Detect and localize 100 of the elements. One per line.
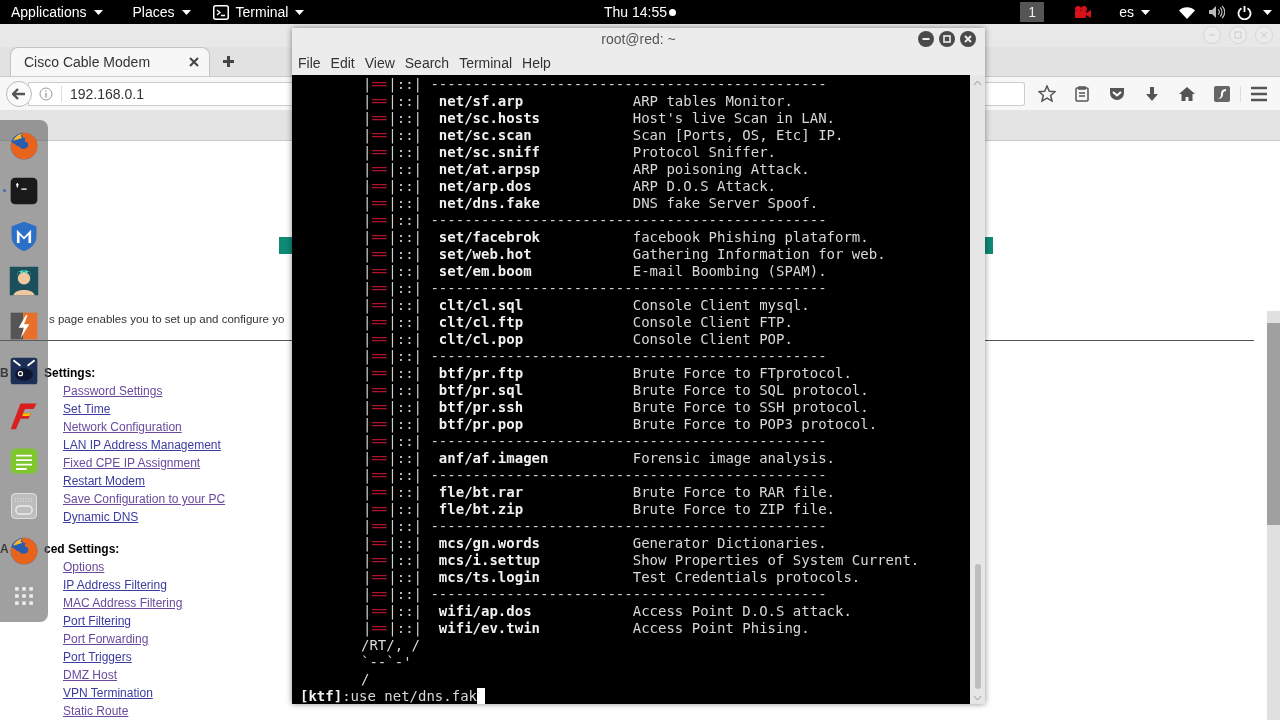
module-description: DNS fake Server Spoof. <box>632 195 819 212</box>
settings-link[interactable]: Port Triggers <box>63 648 132 666</box>
ascii-border-text: |::| <box>388 620 422 637</box>
ascii-border-text: | <box>363 229 372 246</box>
lightning-bolt-icon[interactable] <box>8 310 40 342</box>
settings-link[interactable]: Static Route <box>63 702 129 720</box>
ascii-border-text: |::| <box>388 76 422 93</box>
module-name: btf/pr.ssh <box>437 399 525 416</box>
notification-dot-icon <box>669 8 677 16</box>
module-name: clt/cl.sql <box>437 297 525 314</box>
star-icon[interactable] <box>1038 84 1056 103</box>
ascii-border-text: == <box>371 178 388 195</box>
ascii-border-text: |::| <box>388 229 422 246</box>
browser-tab[interactable]: Cisco Cable Modem <box>10 46 210 76</box>
module-name: net/at.arpsp <box>437 161 541 178</box>
ascii-border-text: |::| <box>388 586 422 603</box>
ascii-border-text: | <box>363 144 372 161</box>
terminal-icon <box>212 4 229 20</box>
ascii-border-text: | <box>363 535 372 552</box>
ascii-border-text: | <box>363 518 372 535</box>
module-name: mcs/i.settup <box>437 552 541 569</box>
workspace-indicator[interactable]: 1 <box>1020 2 1045 22</box>
settings-link[interactable]: IP Address Filtering <box>63 576 167 594</box>
ascii-border-text: == <box>371 552 388 569</box>
menu-item[interactable]: Search <box>399 54 455 71</box>
settings-link[interactable]: Set Time <box>63 400 111 418</box>
settings-link[interactable]: Port Forwarding <box>63 630 149 648</box>
download-icon[interactable] <box>1143 84 1161 103</box>
ascii-border-text: == <box>371 195 388 212</box>
ascii-border-text: |::| <box>388 93 422 110</box>
menu-item[interactable]: File <box>293 54 326 71</box>
caret-icon <box>295 9 305 15</box>
home-icon[interactable] <box>1178 84 1196 103</box>
settings-link[interactable]: VPN Termination <box>63 684 153 702</box>
ascii-border-text: |::| <box>388 603 422 620</box>
ascii-border-text: |::| <box>388 297 422 314</box>
ascii-border-text: == <box>371 297 388 314</box>
menu-button[interactable]: Applications <box>0 0 114 24</box>
dashed-rule-text: ----------------------------------------------- <box>429 348 827 365</box>
ascii-border-text: == <box>371 76 388 93</box>
settings-link[interactable]: Save Configuration to your PC <box>63 490 226 508</box>
module-name: net/arp.dos <box>437 178 533 195</box>
menu-button[interactable]: Terminal <box>201 0 316 24</box>
ascii-border-text: |::| <box>388 416 422 433</box>
browser-icon[interactable] <box>8 130 40 162</box>
settings-link[interactable]: LAN IP Address Management <box>63 436 221 454</box>
settings-link[interactable]: Network Configuration <box>63 418 182 436</box>
module-name: wifi/ap.dos <box>437 603 533 620</box>
command-input[interactable]: :use net/dns.fak <box>342 688 477 704</box>
settings-link[interactable]: Password Settings <box>63 382 163 400</box>
clock-text: Thu 14:55 <box>603 4 668 20</box>
menu-item[interactable]: View <box>359 54 400 71</box>
scrollbar[interactable] <box>1267 311 1280 720</box>
settings-link[interactable]: Port Filtering <box>63 612 132 630</box>
module-description: facebook Phishing plataform. <box>632 229 869 246</box>
module-description: Console Client POP. <box>632 331 793 348</box>
ascii-border-text: | <box>363 93 372 110</box>
menu-item[interactable]: Edit <box>325 54 360 71</box>
ascii-border-text: == <box>371 518 388 535</box>
ascii-border-text: |::| <box>388 331 422 348</box>
caret-icon <box>181 9 191 15</box>
address-field-edge[interactable] <box>985 81 1025 106</box>
settings-link[interactable]: Options <box>63 558 105 576</box>
ascii-border-text: == <box>371 127 388 144</box>
module-description: ARP poisoning Attack. <box>632 161 810 178</box>
back-button[interactable] <box>6 80 32 107</box>
settings-link[interactable]: MAC Address Filtering <box>63 594 183 612</box>
prompt-label: [ktf] <box>300 688 343 704</box>
clipboard-icon[interactable] <box>1073 84 1091 103</box>
info-icon <box>39 86 53 101</box>
ascii-art-text: /RT/, / <box>361 637 420 654</box>
section-heading: Settings: <box>44 365 96 382</box>
module-description: Gathering Information for web. <box>632 246 886 263</box>
module-name: btf/pr.ftp <box>437 365 525 382</box>
menu-button[interactable]: Places <box>121 0 202 24</box>
menu-item[interactable]: Help <box>517 54 556 71</box>
maximize-icon[interactable] <box>939 31 955 47</box>
close-icon[interactable] <box>960 31 976 47</box>
menu-item[interactable]: Terminal <box>454 54 518 71</box>
minimize-icon[interactable] <box>918 31 934 47</box>
close-icon[interactable] <box>189 56 199 67</box>
settings-link[interactable]: Fixed CPE IP Assignment <box>63 454 201 472</box>
ascii-border-text: == <box>371 93 388 110</box>
ascii-art-text: / <box>361 671 370 688</box>
browser-icon[interactable] <box>8 535 40 567</box>
address-field[interactable]: 192.168.0.1 <box>28 81 292 106</box>
settings-link[interactable]: Dynamic DNS <box>63 508 139 526</box>
menu-icon[interactable] <box>1250 85 1268 102</box>
ascii-border-text: |::| <box>388 280 422 297</box>
ascii-border-text: == <box>371 280 388 297</box>
ascii-border-text: | <box>363 331 372 348</box>
ascii-border-text: | <box>363 467 372 484</box>
ascii-border-text: == <box>371 603 388 620</box>
settings-link[interactable]: Restart Modem <box>63 472 146 490</box>
module-description: Forensic image analysis. <box>632 450 835 467</box>
ascii-border-text: | <box>363 127 372 144</box>
ascii-border-text: == <box>371 263 388 280</box>
keyboard-layout-menu[interactable]: es <box>1108 0 1161 24</box>
ascii-border-text: | <box>363 450 372 467</box>
settings-link[interactable]: DMZ Host <box>63 666 117 684</box>
